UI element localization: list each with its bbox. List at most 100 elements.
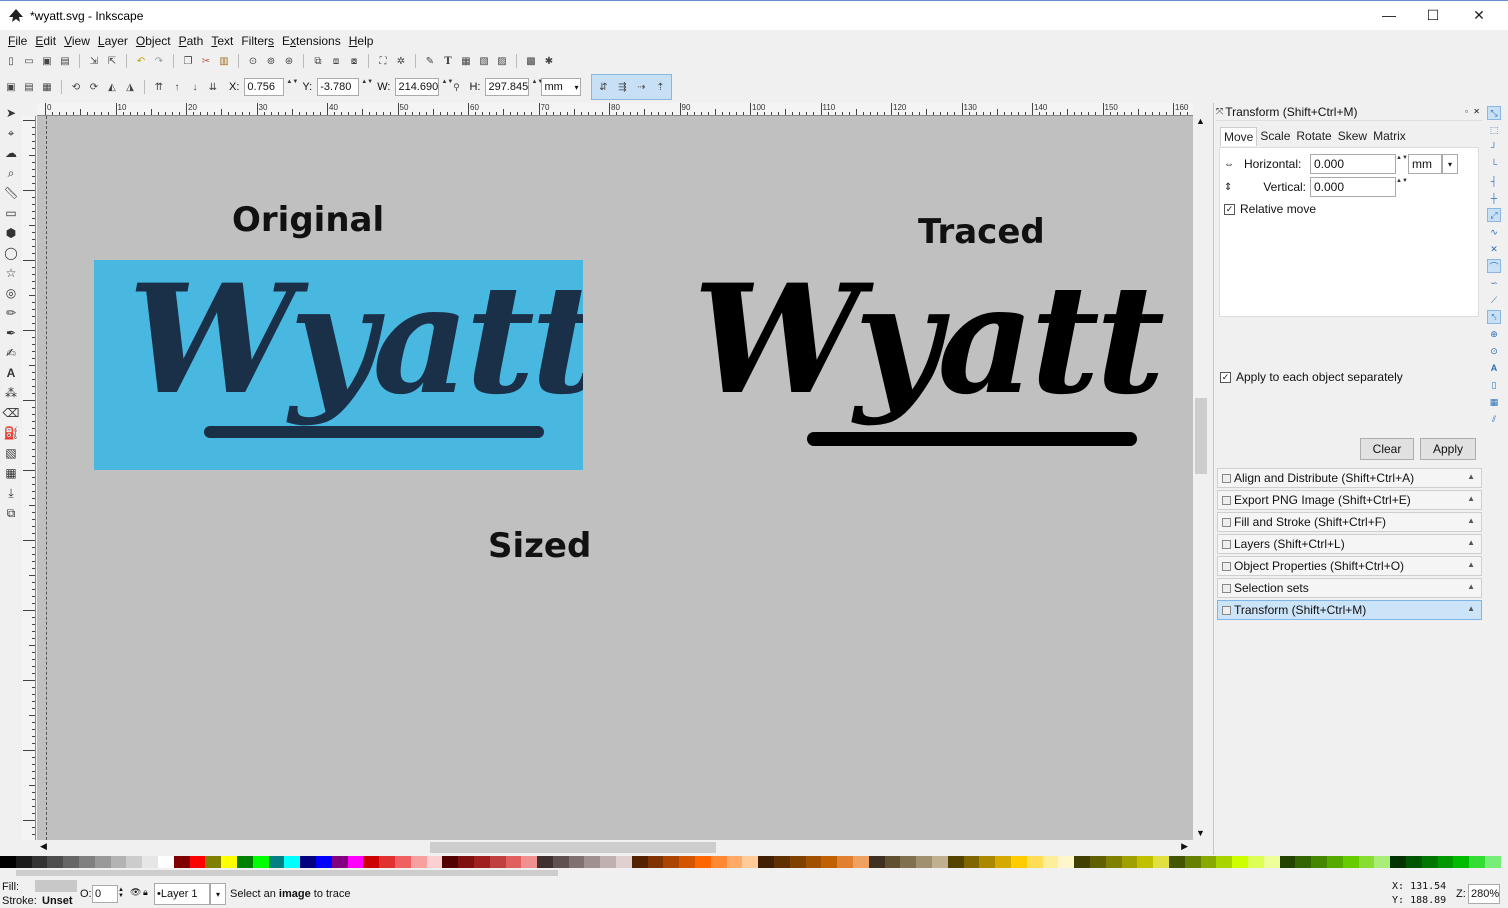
color-swatch[interactable] — [805, 856, 822, 868]
stroke-value[interactable]: Unset — [42, 895, 73, 907]
menu-item[interactable]: Extensions — [278, 34, 345, 48]
selector-tool-icon[interactable]: ➤ — [1, 103, 21, 123]
rotate-cw-icon[interactable]: ⟳ — [86, 79, 102, 95]
color-swatch[interactable] — [837, 856, 854, 868]
color-swatch[interactable] — [15, 856, 32, 868]
color-swatch[interactable] — [932, 856, 948, 868]
fill-swatch[interactable] — [35, 880, 77, 892]
w-input[interactable]: 214.690 — [395, 78, 440, 96]
minimize-button[interactable]: — — [1366, 0, 1412, 30]
move-patterns-icon[interactable]: ⇡ — [652, 79, 668, 95]
rectangle-tool-icon[interactable]: ▭ — [1, 203, 21, 223]
color-swatch[interactable] — [710, 856, 727, 868]
color-swatch[interactable] — [94, 856, 111, 868]
color-swatch[interactable] — [1184, 856, 1201, 868]
zoom-input[interactable]: 280% — [1468, 884, 1500, 904]
move-gradients-icon[interactable]: ⇢ — [633, 79, 649, 95]
menu-item[interactable]: Filters — [237, 34, 278, 48]
dock-panel-item[interactable]: Object Properties (Shift+Ctrl+O) ▲ — [1217, 556, 1482, 576]
color-swatch[interactable] — [679, 856, 696, 868]
gradient-tool-icon[interactable]: ▧ — [1, 443, 21, 463]
color-swatch[interactable] — [0, 856, 16, 868]
color-swatch[interactable] — [1026, 856, 1043, 868]
color-swatch[interactable] — [774, 856, 790, 868]
color-swatch[interactable] — [47, 856, 64, 868]
color-swatch[interactable] — [742, 856, 759, 868]
color-swatch[interactable] — [1405, 856, 1422, 868]
color-swatch[interactable] — [1200, 856, 1217, 868]
new-document-icon[interactable]: ▯ — [3, 53, 19, 69]
dock-panel-item[interactable]: Selection sets ▲ — [1217, 578, 1482, 598]
scale-corners-icon[interactable]: ⇶ — [614, 79, 630, 95]
color-swatch[interactable] — [300, 856, 316, 868]
color-swatch[interactable] — [31, 856, 48, 868]
color-swatch[interactable] — [410, 856, 427, 868]
color-swatch[interactable] — [78, 856, 95, 868]
canvas-horizontal-scrollbar[interactable]: ◀ ▶ — [37, 840, 1193, 855]
color-swatch[interactable] — [63, 856, 79, 868]
vertical-scroll-thumb[interactable] — [1195, 398, 1207, 474]
print-icon[interactable]: ▤ — [57, 53, 73, 69]
color-swatch[interactable] — [379, 856, 395, 868]
apply-each-row[interactable]: ✓ Apply to each object separately — [1220, 370, 1403, 384]
opacity-input[interactable]: 0 — [92, 885, 118, 903]
relative-move-row[interactable]: ✓ Relative move — [1224, 202, 1316, 216]
menu-item[interactable]: File — [4, 34, 31, 48]
layer-visibility-icon[interactable]: 👁︎ — [130, 887, 141, 898]
snap-grid-icon[interactable]: ▦ — [1487, 395, 1501, 409]
save-icon[interactable]: ▣ — [39, 53, 55, 69]
redo-icon[interactable]: ↷ — [151, 53, 167, 69]
raise-to-top-icon[interactable]: ⇈ — [151, 79, 167, 95]
duplicate-icon[interactable]: ⧉ — [310, 53, 326, 69]
color-swatch[interactable] — [110, 856, 127, 868]
color-swatch[interactable] — [1263, 856, 1280, 868]
color-swatch[interactable] — [1437, 856, 1454, 868]
menu-item[interactable]: Text — [207, 34, 237, 48]
menu-item[interactable]: View — [60, 34, 94, 48]
color-swatch[interactable] — [963, 856, 980, 868]
collapse-icon[interactable]: ▲ — [1467, 604, 1475, 613]
measure-tool-icon[interactable]: 📏︎ — [1, 183, 21, 203]
3d-box-tool-icon[interactable]: ⬢ — [1, 223, 21, 243]
flip-horizontal-icon[interactable]: ◭ — [104, 79, 120, 95]
pencil-tool-icon[interactable]: ✏ — [1, 303, 21, 323]
menu-item[interactable]: Path — [175, 34, 208, 48]
scroll-up-icon[interactable]: ▲ — [1196, 116, 1205, 126]
color-swatch[interactable] — [1279, 856, 1296, 868]
snap-line-midpoint-icon[interactable]: ⟋ — [1487, 293, 1501, 307]
rotate-ccw-icon[interactable]: ⟲ — [68, 79, 84, 95]
snap-text-baseline-icon[interactable]: A — [1487, 361, 1501, 375]
menu-item[interactable]: Help — [345, 34, 378, 48]
snap-nodes-icon[interactable]: ⤢ — [1487, 208, 1501, 222]
x-input[interactable]: 0.756 — [244, 78, 285, 96]
color-swatch[interactable] — [1011, 856, 1027, 868]
color-swatch[interactable] — [1390, 856, 1406, 868]
undo-icon[interactable]: ↶ — [133, 53, 149, 69]
color-swatch[interactable] — [173, 856, 190, 868]
color-swatch[interactable] — [1121, 856, 1138, 868]
color-swatch[interactable] — [616, 856, 632, 868]
menu-item[interactable]: Layer — [94, 34, 132, 48]
snap-bbox-corner-icon[interactable]: └ — [1487, 157, 1501, 171]
chevron-down-icon[interactable]: ▾ — [1442, 154, 1458, 174]
w-spinner[interactable]: ▲▼ — [441, 78, 453, 96]
color-swatch[interactable] — [1089, 856, 1106, 868]
tab-scale[interactable]: Scale — [1257, 127, 1293, 146]
raise-icon[interactable]: ↑ — [169, 79, 185, 95]
fill-stroke-icon[interactable]: ✎ — [422, 53, 438, 69]
calligraphy-tool-icon[interactable]: ✍ — [1, 343, 21, 363]
zoom-tool-icon[interactable]: ⌕ — [1, 163, 21, 183]
color-swatch[interactable] — [363, 856, 380, 868]
snap-path-intersection-icon[interactable]: ✕ — [1487, 242, 1501, 256]
palette-scroll-thumb[interactable] — [16, 870, 558, 876]
zoom-selection-icon[interactable]: ⊙ — [245, 53, 261, 69]
connector-tool-icon[interactable]: ⧉ — [1, 503, 21, 523]
color-swatch[interactable] — [347, 856, 364, 868]
color-swatch[interactable] — [315, 856, 332, 868]
snap-bbox-icon[interactable]: ⬚ — [1487, 123, 1501, 137]
color-swatch[interactable] — [1342, 856, 1359, 868]
color-swatch[interactable] — [1295, 856, 1312, 868]
color-swatch[interactable] — [473, 856, 490, 868]
color-swatch[interactable] — [1358, 856, 1375, 868]
tweak-tool-icon[interactable]: ☁ — [1, 143, 21, 163]
